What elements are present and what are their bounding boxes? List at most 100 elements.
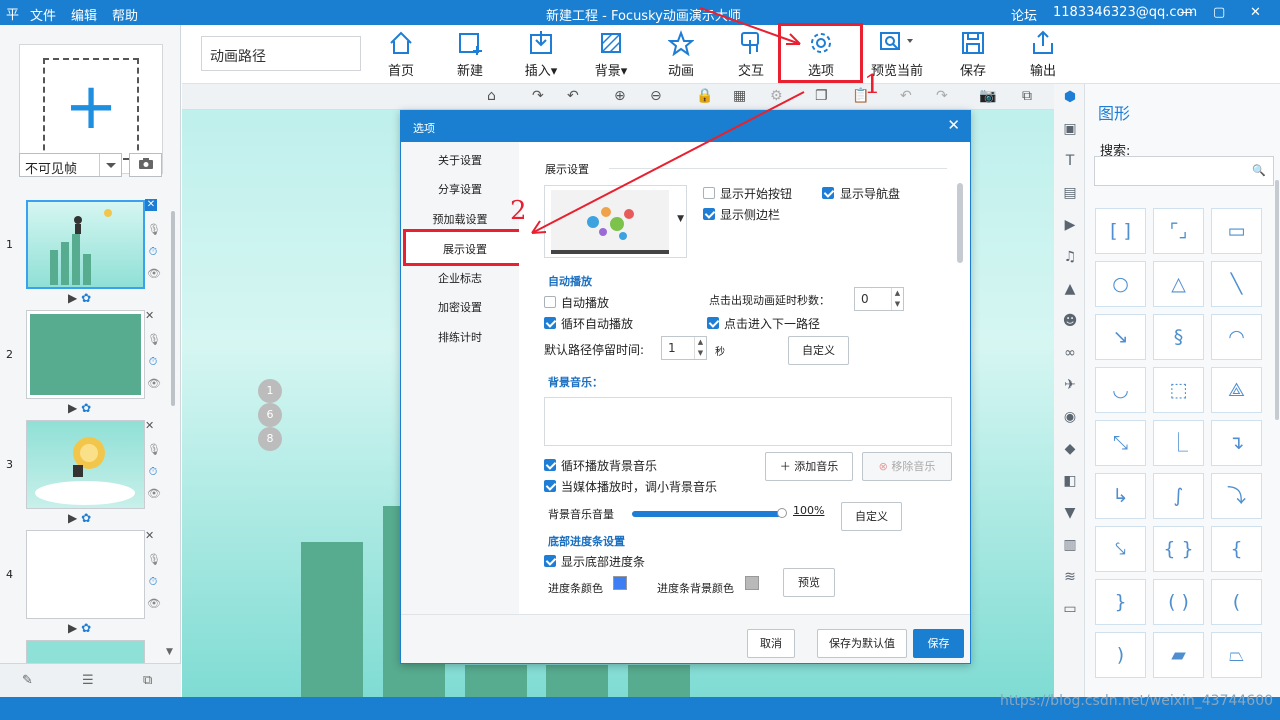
background-button[interactable]: 背景▾: [581, 30, 641, 79]
shape-circle[interactable]: ○: [1095, 261, 1146, 307]
microphone-icon[interactable]: 🎙: [147, 439, 161, 461]
rotate-right-icon[interactable]: ↷: [532, 88, 544, 104]
path-marker[interactable]: 6: [258, 403, 282, 427]
home-view-icon[interactable]: ⌂: [487, 88, 496, 104]
path-marker[interactable]: 8: [258, 427, 282, 451]
shape-parens[interactable]: ( ): [1153, 579, 1204, 625]
shape-dashed-triangle[interactable]: ⟁: [1211, 367, 1262, 413]
remove-music-button[interactable]: ⊗ 移除音乐: [862, 452, 952, 481]
eye-icon[interactable]: 👁: [147, 373, 161, 395]
timer-icon[interactable]: ⏱: [147, 351, 159, 373]
zoom-in-icon[interactable]: ⊕: [614, 88, 626, 104]
shapes-scrollbar[interactable]: [1275, 180, 1279, 420]
music-tab-icon[interactable]: ♫: [1060, 249, 1080, 265]
tshirt-tab-icon[interactable]: ▼: [1060, 505, 1080, 521]
forum-link[interactable]: 论坛: [1011, 5, 1037, 24]
dialog-content-scrollbar[interactable]: [957, 183, 963, 263]
show-start-button-checkbox[interactable]: [703, 187, 715, 199]
nav-encryption[interactable]: 加密设置: [401, 299, 519, 315]
nav-preload[interactable]: 预加载设置: [401, 211, 519, 227]
microphone-icon[interactable]: 🎙: [147, 549, 161, 571]
edit-frame-icon[interactable]: ✎: [22, 673, 33, 688]
settings-icon[interactable]: ✿: [81, 511, 91, 525]
layout-tab-icon[interactable]: ▥: [1060, 537, 1080, 553]
redo-icon[interactable]: ↷: [936, 88, 948, 104]
eye-icon[interactable]: 👁: [147, 593, 161, 615]
shape-dashed-rect[interactable]: ⬚: [1153, 367, 1204, 413]
stay-time-input[interactable]: 1 ▲ ▼: [661, 336, 707, 360]
gallery-tab-icon[interactable]: ◧: [1060, 473, 1080, 489]
shape-arrow[interactable]: ↘: [1095, 314, 1146, 360]
shape-left-paren[interactable]: (: [1211, 579, 1262, 625]
shape-trapezoid[interactable]: ⏢: [1211, 632, 1262, 678]
save-button[interactable]: 保存: [943, 30, 1003, 79]
frame-type-select[interactable]: 不可见帧: [19, 153, 122, 177]
loop-autoplay-checkbox[interactable]: [544, 317, 556, 329]
volume-slider-thumb[interactable]: [777, 508, 787, 518]
undo-icon[interactable]: ↶: [900, 88, 912, 104]
music-list[interactable]: [544, 397, 952, 446]
slide-delete-icon[interactable]: ✕: [145, 529, 154, 542]
volume-slider-track[interactable]: [632, 508, 787, 518]
slide-thumbnail-5[interactable]: [26, 640, 145, 664]
shape-elbow-arrow[interactable]: ↳: [1095, 473, 1146, 519]
spin-arrows-icon[interactable]: ▲ ▼: [891, 288, 903, 310]
flash-tab-icon[interactable]: ◉: [1060, 409, 1080, 425]
timer-icon[interactable]: ⏱: [147, 241, 159, 263]
play-icon[interactable]: ▶: [68, 621, 77, 635]
user-account[interactable]: 1183346323@qq.com: [1053, 5, 1197, 20]
autoplay-checkbox[interactable]: [544, 296, 556, 308]
lock-icon[interactable]: 🔒: [696, 88, 713, 104]
slide-thumbnail-4[interactable]: [26, 530, 145, 619]
timer-icon[interactable]: ⏱: [147, 461, 159, 483]
show-nav-disc-checkbox[interactable]: [822, 187, 834, 199]
microphone-icon[interactable]: 🎙: [147, 219, 161, 241]
home-button[interactable]: 首页: [371, 30, 431, 79]
progress-color-swatch[interactable]: [613, 576, 627, 590]
screenshot-icon[interactable]: 📷: [979, 88, 996, 104]
cancel-button[interactable]: 取消: [747, 629, 795, 658]
shape-corner-rect[interactable]: ⌜⌟: [1153, 208, 1204, 254]
chevron-down-icon[interactable]: [99, 154, 121, 176]
nav-about[interactable]: 关于设置: [401, 152, 519, 168]
education-tab-icon[interactable]: ◆: [1060, 441, 1080, 457]
timer-icon[interactable]: ⏱: [147, 571, 159, 593]
dialog-save-button[interactable]: 保存: [913, 629, 964, 658]
nav-company-logo[interactable]: 企业标志: [401, 270, 519, 286]
progress-bg-color-swatch[interactable]: [745, 576, 759, 590]
preview-dropdown-icon[interactable]: ▼: [677, 214, 684, 224]
shape-double-arrow[interactable]: ⤡: [1095, 420, 1146, 466]
frame-effects-icon[interactable]: ⧉: [143, 673, 152, 688]
custom-volume-button[interactable]: 自定义: [841, 502, 902, 531]
show-progress-checkbox[interactable]: [544, 555, 556, 567]
chart-tab-icon[interactable]: ▲: [1060, 281, 1080, 297]
shape-left-brace[interactable]: {: [1211, 526, 1262, 572]
menu-file[interactable]: 文件: [30, 5, 56, 24]
plane-tab-icon[interactable]: ✈: [1060, 377, 1080, 393]
storage-tab-icon[interactable]: ▭: [1060, 601, 1080, 617]
shape-curve-arrow[interactable]: ⤵: [1211, 473, 1262, 519]
microphone-icon[interactable]: 🎙: [147, 329, 161, 351]
maximize-icon[interactable]: ▢: [1213, 5, 1225, 20]
shape-rectangle[interactable]: ▭: [1211, 208, 1262, 254]
frame-list-scrollbar[interactable]: [171, 211, 175, 406]
smartart-tab-icon[interactable]: ▤: [1060, 185, 1080, 201]
slide-delete-icon[interactable]: ✕: [145, 309, 154, 322]
display-preview[interactable]: ▼: [544, 185, 687, 258]
custom-stay-button[interactable]: 自定义: [788, 336, 849, 365]
menu-edit[interactable]: 编辑: [71, 5, 97, 24]
shapes-tab-icon[interactable]: ⬢: [1060, 89, 1080, 105]
menu-help[interactable]: 帮助: [112, 5, 138, 24]
settings-icon[interactable]: ✿: [81, 621, 91, 635]
close-icon[interactable]: ✕: [1250, 5, 1261, 20]
text-tab-icon[interactable]: T: [1060, 153, 1080, 169]
spin-arrows-icon[interactable]: ▲ ▼: [694, 337, 706, 359]
copy-icon[interactable]: ❐: [815, 88, 828, 104]
add-music-button[interactable]: ＋ 添加音乐: [765, 452, 853, 481]
shape-step-arrow[interactable]: ↴: [1211, 420, 1262, 466]
play-icon[interactable]: ▶: [68, 291, 77, 305]
slide-delete-icon[interactable]: ✕: [145, 419, 154, 432]
nav-rehearsal-timer[interactable]: 排练计时: [401, 329, 519, 345]
image-tab-icon[interactable]: ▣: [1060, 121, 1080, 137]
loop-music-checkbox[interactable]: [544, 459, 556, 471]
